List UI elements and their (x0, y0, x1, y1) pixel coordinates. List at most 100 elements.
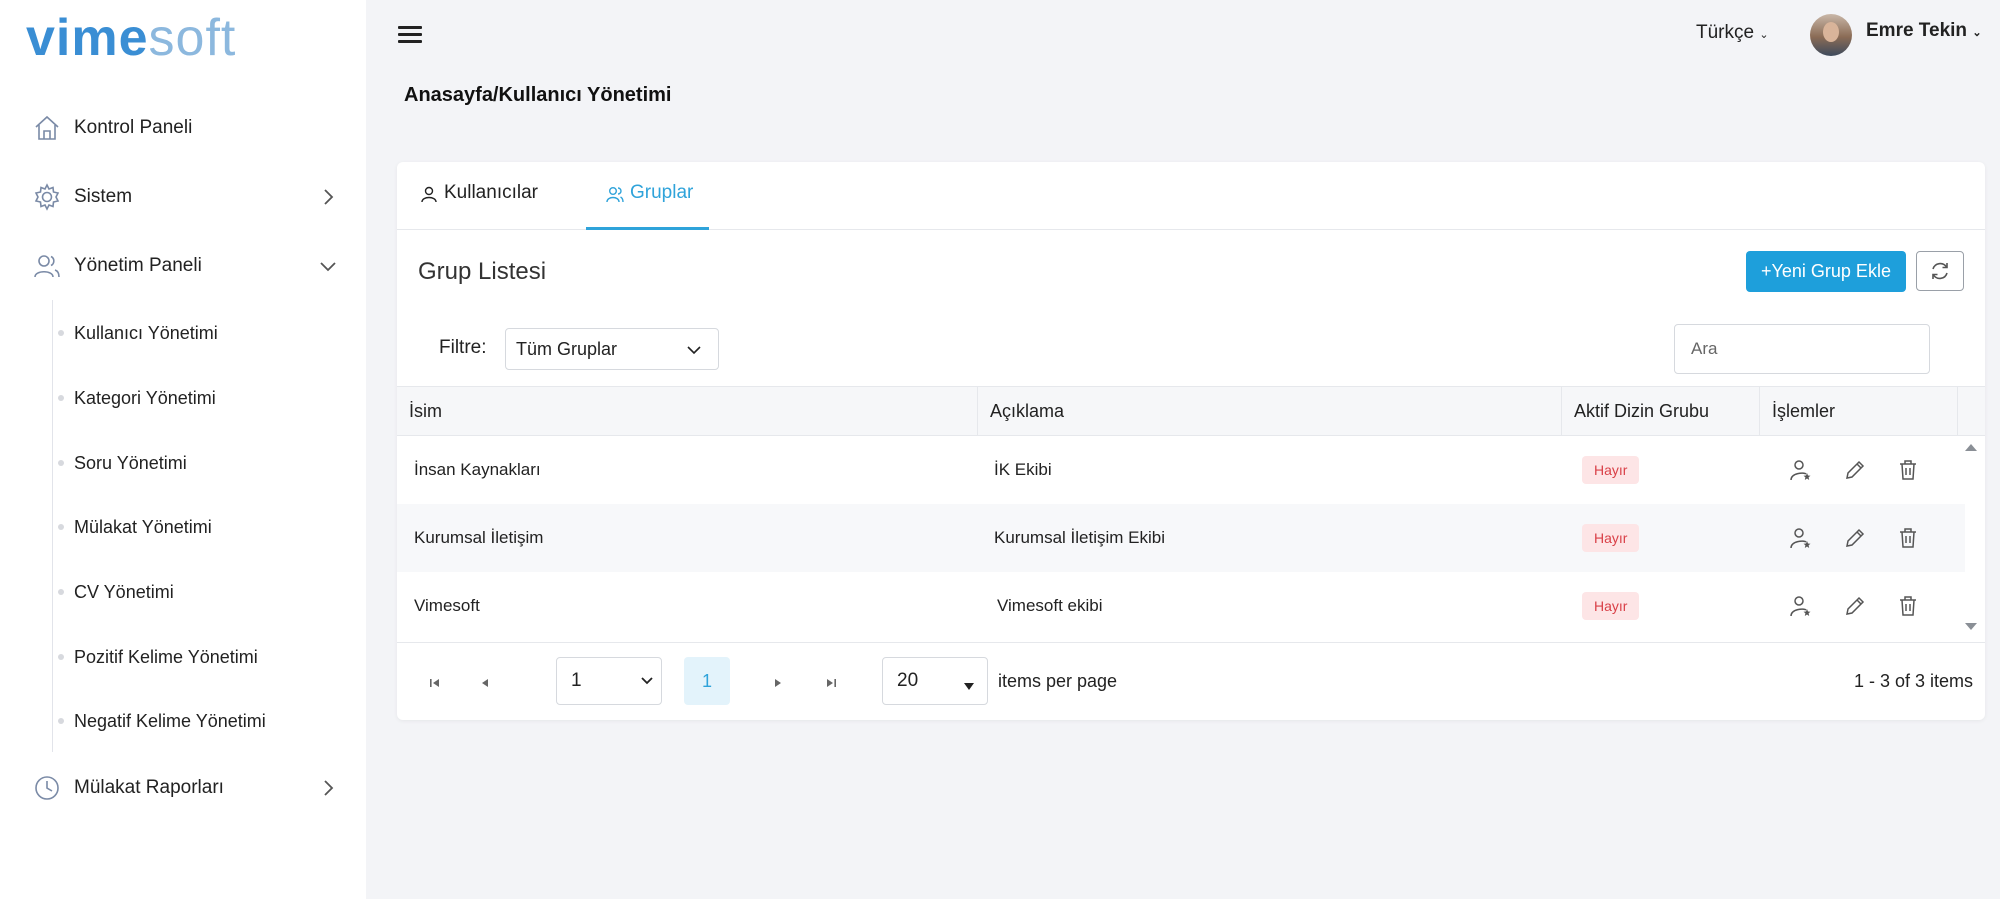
tab-kullanicilar[interactable]: Kullanıcılar (416, 182, 542, 230)
sidebar-subitem-label: Pozitif Kelime Yönetimi (74, 646, 258, 667)
group-description: İK Ekibi (994, 460, 1052, 479)
bullet-icon (58, 654, 64, 660)
status-badge: Hayır (1582, 456, 1640, 484)
table-row: Vimesoft Vimesoft ekibi Hayır (397, 572, 1965, 640)
group-name: İnsan Kaynakları (414, 460, 541, 479)
sidebar-subitem-kullanici-yonetimi[interactable]: Kullanıcı Yönetimi (58, 313, 358, 353)
sidebar-subitem-pozitif-kelime[interactable]: Pozitif Kelime Yönetimi (58, 637, 358, 677)
bullet-icon (58, 395, 64, 401)
edit-button[interactable] (1841, 592, 1869, 620)
user-icon (420, 185, 438, 203)
table-row: İnsan Kaynakları İK Ekibi Hayır (397, 436, 1965, 504)
group-name: Vimesoft (414, 596, 480, 615)
chevron-down-icon: ⌄ (1759, 29, 1769, 41)
sidebar: vimesoft Kontrol Paneli Sistem Yönetim P… (0, 0, 366, 899)
gear-icon (30, 180, 64, 214)
sidebar-item-label: Sistem (74, 186, 133, 207)
user-name: Emre Tekin (1866, 20, 1968, 41)
trash-icon (1900, 596, 1916, 616)
table-header: İsim Açıklama Aktif Dizin Grubu İşlemler (397, 386, 1985, 436)
menu-toggle-button[interactable] (398, 22, 428, 48)
previous-page-icon (482, 679, 488, 687)
user-star-icon (1790, 460, 1811, 481)
delete-button[interactable] (1894, 456, 1922, 484)
sidebar-subitem-label: CV Yönetimi (74, 581, 174, 602)
first-page-button[interactable] (425, 673, 445, 693)
vimesoft-logo[interactable]: vimesoft (26, 8, 236, 68)
trash-icon (1900, 528, 1916, 548)
group-description: Kurumsal İletişim Ekibi (994, 528, 1165, 547)
chevron-right-icon (316, 185, 340, 209)
column-header-isim[interactable]: İsim (397, 387, 978, 435)
trash-icon (1900, 460, 1916, 480)
pencil-icon (1846, 528, 1865, 547)
sidebar-subitem-kategori-yonetimi[interactable]: Kategori Yönetimi (58, 378, 358, 418)
language-label: Türkçe (1696, 22, 1755, 43)
language-dropdown[interactable]: Türkçe ⌄ (1696, 22, 1769, 44)
sidebar-subitem-cv-yonetimi[interactable]: CV Yönetimi (58, 572, 358, 612)
page-size-value: 20 (897, 670, 919, 691)
sidebar-subitem-soru-yonetimi[interactable]: Soru Yönetimi (58, 443, 358, 483)
previous-page-button[interactable] (475, 673, 495, 693)
refresh-icon (1932, 262, 1948, 280)
refresh-button[interactable] (1916, 251, 1964, 291)
status-badge: Hayır (1582, 524, 1640, 552)
add-group-button[interactable]: +Yeni Grup Ekle (1746, 251, 1906, 292)
current-page-button[interactable]: 1 (684, 657, 730, 705)
sidebar-item-sistem[interactable]: Sistem (30, 175, 340, 219)
sidebar-item-mulakat-raporlari[interactable]: Mülakat Raporları (30, 766, 340, 810)
sidebar-subitem-negatif-kelime[interactable]: Negatif Kelime Yönetimi (58, 701, 358, 741)
tab-gruplar[interactable]: Gruplar (586, 182, 710, 230)
pager-summary: 1 - 3 of 3 items (1853, 671, 1973, 691)
sidebar-subitem-label: Kullanıcı Yönetimi (74, 322, 218, 343)
column-header-aktif-dizin[interactable]: Aktif Dizin Grubu (1562, 387, 1760, 435)
logo-text-light: soft (148, 9, 237, 67)
logo-text-bold: vime (26, 9, 149, 67)
delete-button[interactable] (1894, 592, 1922, 620)
sidebar-subitem-label: Mülakat Yönetimi (74, 516, 212, 537)
tab-bar: Kullanıcılar Gruplar (397, 162, 1985, 230)
filter-value: Tüm Gruplar (516, 338, 618, 359)
assign-users-button[interactable] (1787, 456, 1815, 484)
users-icon (30, 249, 64, 283)
page-select-value: 1 (571, 670, 582, 691)
home-icon (30, 111, 64, 145)
sidebar-item-yonetim-paneli[interactable]: Yönetim Paneli (30, 244, 340, 288)
sidebar-item-kontrol-paneli[interactable]: Kontrol Paneli (30, 106, 340, 150)
page-size-select[interactable]: 20 (882, 657, 988, 705)
last-page-button[interactable] (821, 673, 841, 693)
next-page-button[interactable] (768, 673, 788, 693)
filter-select[interactable]: Tüm Gruplar (505, 328, 719, 370)
pencil-icon (1846, 460, 1865, 479)
group-name: Kurumsal İletişim (414, 528, 544, 547)
chevron-down-icon: ⌄ (1972, 27, 1982, 39)
filter-label: Filtre: (439, 337, 487, 358)
pager: 1 1 20 items per page 1 - 3 of 3 items (397, 642, 1985, 720)
column-header-aciklama[interactable]: Açıklama (978, 387, 1562, 435)
bullet-icon (58, 718, 64, 724)
sidebar-subitem-label: Negatif Kelime Yönetimi (74, 710, 266, 731)
user-menu[interactable]: Emre Tekin ⌄ (1866, 20, 1982, 42)
bullet-icon (58, 460, 64, 466)
search-input[interactable] (1674, 324, 1930, 374)
page-select[interactable]: 1 (556, 657, 662, 705)
scroll-up-arrow[interactable] (1965, 444, 1977, 451)
sidebar-item-label: Mülakat Raporları (74, 777, 224, 798)
user-star-icon (1790, 596, 1811, 617)
submenu-line (52, 300, 53, 752)
delete-button[interactable] (1894, 524, 1922, 552)
avatar[interactable] (1810, 14, 1852, 56)
assign-users-button[interactable] (1787, 592, 1815, 620)
scroll-down-arrow[interactable] (1965, 623, 1977, 630)
card-title: Grup Listesi (418, 258, 547, 285)
sidebar-subitem-mulakat-yonetimi[interactable]: Mülakat Yönetimi (58, 507, 358, 547)
status-badge: Hayır (1582, 592, 1640, 620)
assign-users-button[interactable] (1787, 524, 1815, 552)
bullet-icon (58, 589, 64, 595)
sidebar-item-label: Kontrol Paneli (74, 117, 193, 138)
next-page-icon (775, 679, 781, 687)
pencil-icon (1846, 596, 1865, 615)
edit-button[interactable] (1841, 524, 1869, 552)
edit-button[interactable] (1841, 456, 1869, 484)
chevron-down-icon (316, 254, 340, 278)
